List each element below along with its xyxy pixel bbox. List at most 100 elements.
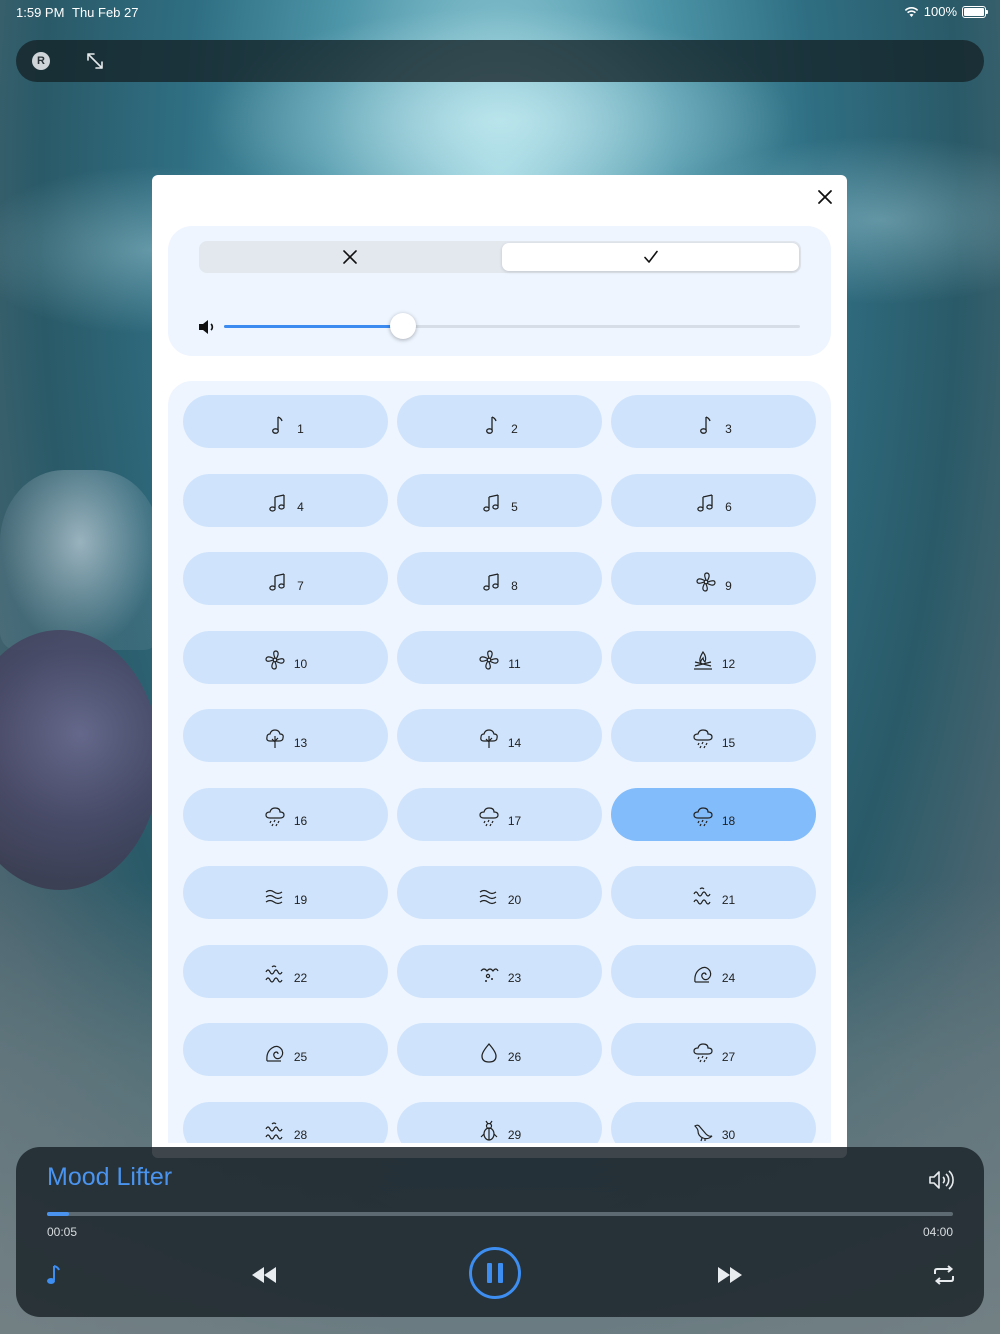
sound-tile-label: 7 xyxy=(297,578,304,593)
cricket-icon xyxy=(480,1120,498,1141)
sound-tile-label: 18 xyxy=(721,814,736,828)
wind-icon xyxy=(479,889,497,904)
sound-tile-11[interactable]: 11 xyxy=(397,630,602,684)
sound-tile-20[interactable]: 20 xyxy=(397,866,602,919)
rain-cloud-icon xyxy=(265,807,285,827)
sound-tile-26[interactable]: 26 xyxy=(397,1023,602,1076)
sound-tile-label: 14 xyxy=(507,735,522,750)
volume-slider-fill xyxy=(224,325,403,328)
sound-tile-label: 12 xyxy=(721,657,736,671)
volume-icon[interactable] xyxy=(928,1169,954,1191)
music-note-icon[interactable] xyxy=(44,1264,64,1286)
sound-tile-label: 30 xyxy=(721,1128,736,1142)
notes-icon xyxy=(697,494,713,512)
sound-tile-12[interactable]: 12 xyxy=(611,630,816,684)
rewind-icon[interactable] xyxy=(250,1265,278,1285)
sound-tile-13[interactable]: 13 xyxy=(183,709,388,762)
sound-tile-3[interactable]: 3 xyxy=(611,395,816,448)
sound-tile-label: 1 xyxy=(297,421,304,436)
battery-icon xyxy=(962,5,988,18)
sound-tile-27[interactable]: 27 xyxy=(611,1023,816,1076)
shell-icon xyxy=(266,1045,284,1062)
sound-tile-9[interactable]: 9 xyxy=(611,552,816,605)
r-badge[interactable]: R xyxy=(32,52,50,70)
sound-tile-label: 9 xyxy=(725,578,732,593)
sound-tile-6[interactable]: 6 xyxy=(611,473,816,527)
sound-tile-label: 21 xyxy=(721,892,736,907)
sound-tile-5[interactable]: 5 xyxy=(397,473,602,527)
playback-progress[interactable] xyxy=(47,1212,953,1216)
sound-tile-label: 13 xyxy=(293,735,308,750)
toggle-segmented-control xyxy=(199,241,801,273)
tree-icon xyxy=(480,728,498,748)
waves-icon xyxy=(693,886,711,905)
notes-icon xyxy=(483,494,499,512)
sound-tile-4[interactable]: 4 xyxy=(183,473,388,527)
sound-tile-label: 5 xyxy=(511,500,518,514)
notes-icon xyxy=(483,572,499,591)
volume-slider[interactable] xyxy=(224,313,800,339)
sound-tile-21[interactable]: 21 xyxy=(611,866,816,919)
pause-icon xyxy=(487,1263,492,1283)
expand-icon[interactable] xyxy=(86,52,104,70)
track-title: Mood Lifter xyxy=(47,1163,173,1191)
sound-grid: 1 2 3 4 5 6 7 8 9 10 11 12 13 14 15 16 17 18 19 20 21 22 23 24 2… xyxy=(183,395,816,1143)
sound-tile-label: 4 xyxy=(297,500,304,514)
sound-tile-15[interactable]: 15 xyxy=(611,709,816,762)
notes-icon xyxy=(269,494,285,512)
sound-tile-28[interactable]: 28 xyxy=(183,1101,388,1143)
sound-tile-24[interactable]: 24 xyxy=(611,944,816,998)
sound-tile-7[interactable]: 7 xyxy=(183,552,388,605)
fast-forward-icon[interactable] xyxy=(716,1265,744,1285)
sound-tile-2[interactable]: 2 xyxy=(397,395,602,448)
tree-icon xyxy=(266,728,284,748)
sound-picker-modal: 1 2 3 4 5 6 7 8 9 10 11 12 13 14 15 16 17 18 19 20 21 22 23 24 2… xyxy=(152,175,847,1158)
sound-tile-23[interactable]: 23 xyxy=(397,944,602,998)
settings-card xyxy=(168,226,831,356)
sound-tile-19[interactable]: 19 xyxy=(183,866,388,919)
waves-icon xyxy=(265,1122,283,1140)
sound-tile-29[interactable]: 29 xyxy=(397,1101,602,1143)
sound-tile-label: 6 xyxy=(725,500,732,514)
sound-tile-14[interactable]: 14 xyxy=(397,709,602,762)
sound-tile-17[interactable]: 17 xyxy=(397,787,602,841)
sound-tile-label: 3 xyxy=(725,421,732,436)
sound-tile-1[interactable]: 1 xyxy=(183,395,388,448)
sound-tile-30[interactable]: 30 xyxy=(611,1101,816,1143)
sound-tile-label: 16 xyxy=(293,814,308,828)
sound-tile-label: 17 xyxy=(507,814,522,828)
background-urchin xyxy=(0,630,160,890)
sound-tile-label: 20 xyxy=(507,892,522,907)
sound-tile-label: 19 xyxy=(293,892,308,907)
segment-on[interactable] xyxy=(502,243,799,271)
note-icon xyxy=(700,415,711,434)
sound-tile-16[interactable]: 16 xyxy=(183,787,388,841)
sound-tile-22[interactable]: 22 xyxy=(183,944,388,998)
sound-tile-label: 22 xyxy=(293,971,308,985)
repeat-icon[interactable] xyxy=(932,1264,956,1286)
pause-icon-bar xyxy=(498,1263,503,1283)
rain-cloud-icon xyxy=(693,1042,713,1062)
sound-tile-8[interactable]: 8 xyxy=(397,552,602,605)
sound-tile-25[interactable]: 25 xyxy=(183,1023,388,1076)
sound-tile-label: 2 xyxy=(511,421,518,436)
volume-slider-thumb[interactable] xyxy=(389,313,416,339)
pause-button[interactable] xyxy=(469,1247,521,1299)
close-icon[interactable] xyxy=(815,187,835,207)
segment-off[interactable] xyxy=(201,243,498,271)
fan-icon xyxy=(479,650,499,670)
fan-icon xyxy=(265,650,285,670)
note-icon xyxy=(486,415,497,434)
sound-tile-18[interactable]: 18 xyxy=(611,787,816,841)
total-time: 04:00 xyxy=(922,1225,953,1239)
campfire-icon xyxy=(693,650,712,670)
sound-tile-label: 11 xyxy=(508,657,521,671)
sound-tile-label: 24 xyxy=(721,971,736,985)
wind-icon xyxy=(265,889,283,904)
sound-tile-label: 26 xyxy=(507,1049,522,1064)
background-coral xyxy=(0,470,160,650)
status-date: Thu Feb 27 xyxy=(72,5,139,20)
sound-tile-10[interactable]: 10 xyxy=(183,630,388,684)
sound-tile-label: 15 xyxy=(721,735,736,750)
playback-progress-fill xyxy=(47,1212,69,1216)
